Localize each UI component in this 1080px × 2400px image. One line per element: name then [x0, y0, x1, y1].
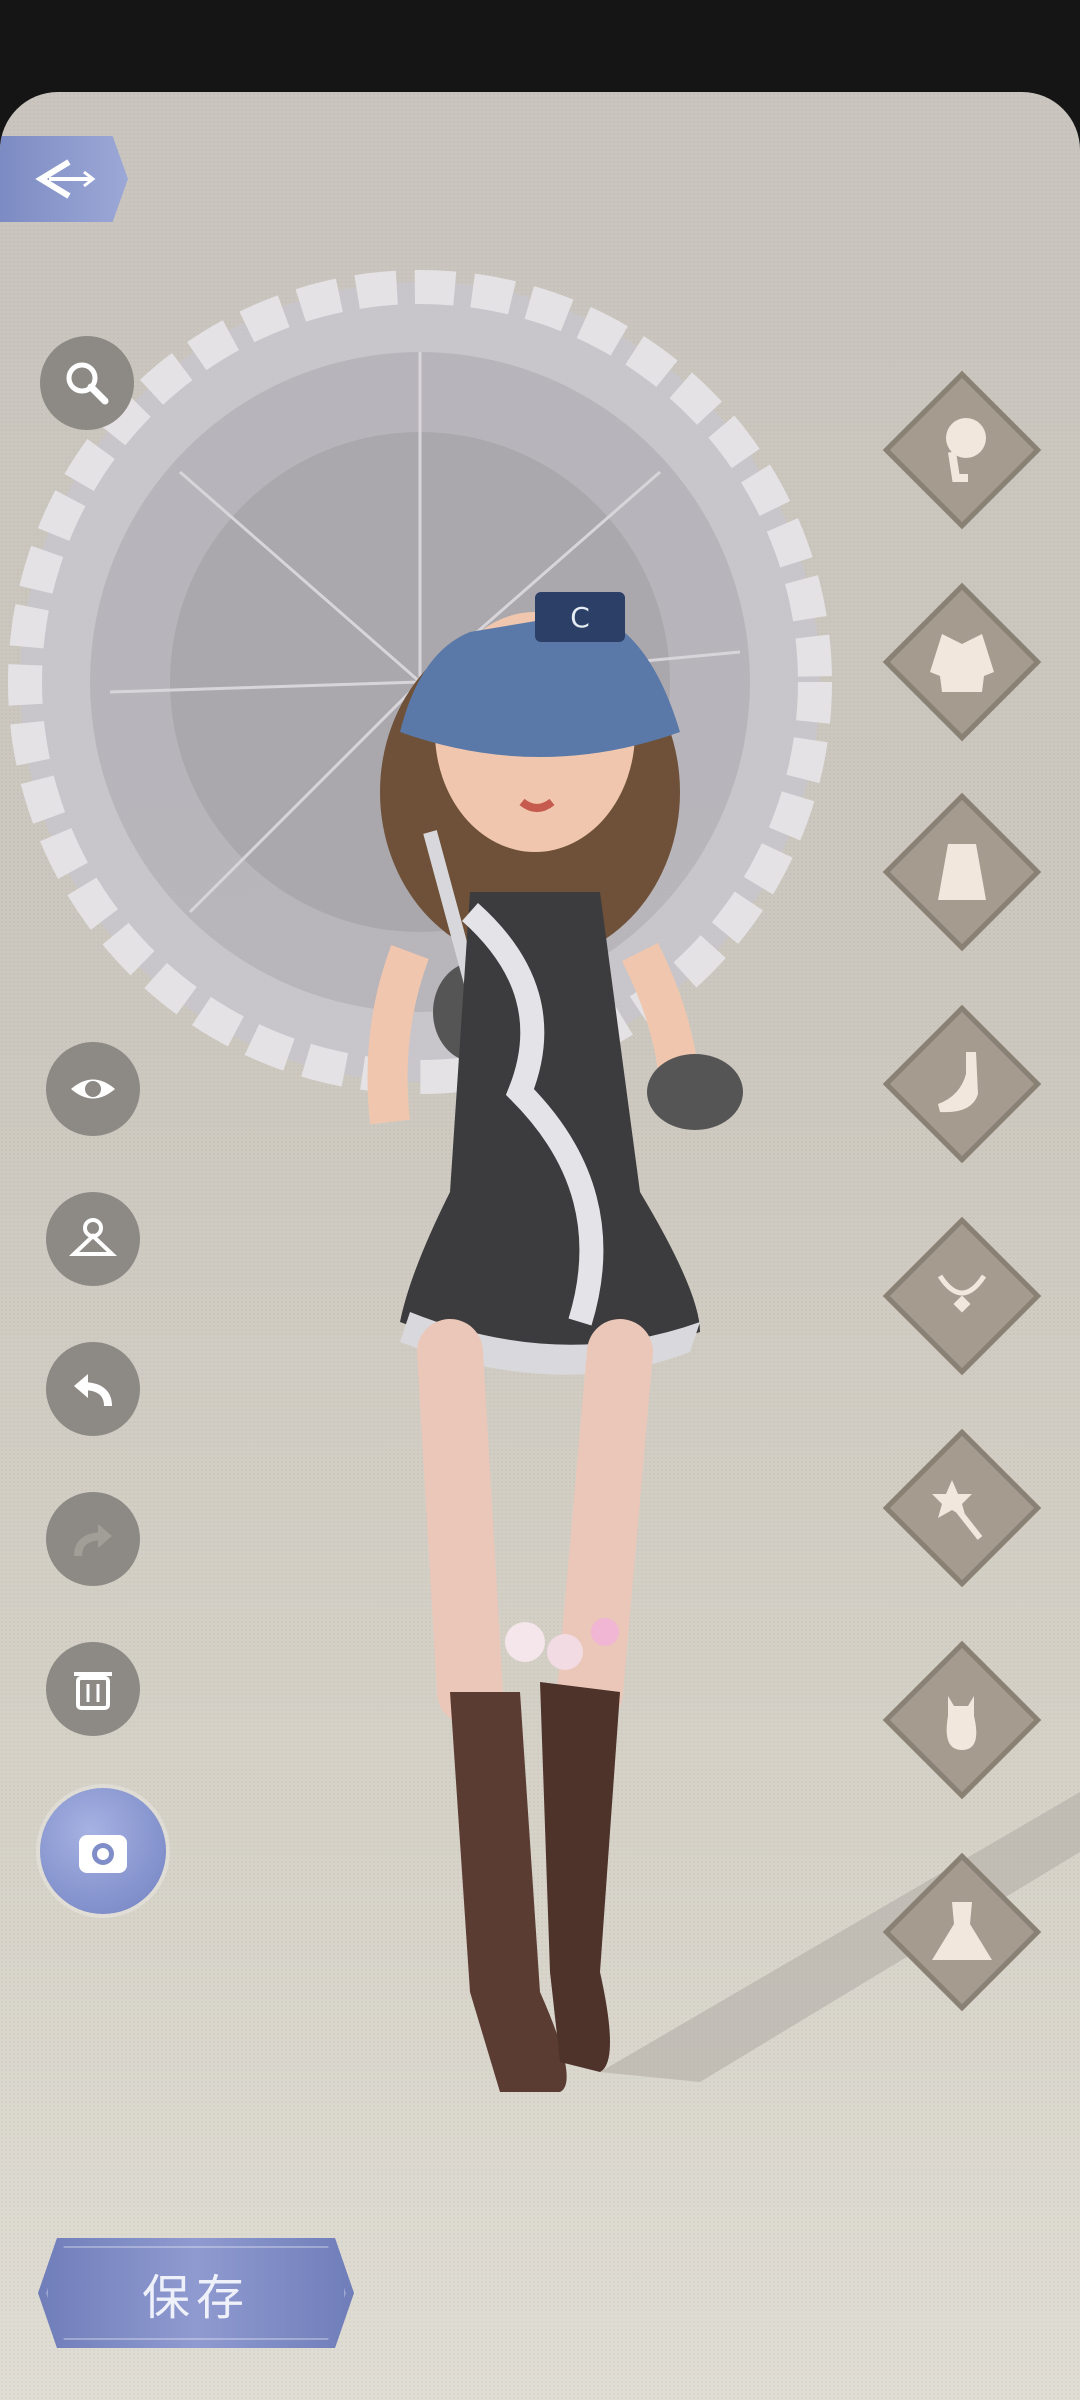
wand-icon — [932, 1480, 983, 1540]
redo-icon — [74, 1524, 112, 1557]
eye-icon — [71, 1079, 115, 1099]
jacket-icon — [930, 634, 994, 692]
redo-button[interactable] — [46, 1492, 140, 1586]
back-button[interactable] — [0, 136, 128, 222]
category-necklace[interactable] — [882, 1216, 1042, 1376]
shoe-icon — [938, 1052, 978, 1113]
category-jacket[interactable] — [882, 582, 1042, 742]
category-wand[interactable] — [882, 1428, 1042, 1588]
visibility-button[interactable] — [46, 1042, 140, 1136]
back-arrow-icon — [35, 159, 96, 199]
hanger-icon — [68, 1218, 118, 1256]
search-icon — [66, 362, 109, 405]
category-top[interactable] — [882, 792, 1042, 952]
category-shoes[interactable] — [882, 1004, 1042, 1164]
search-button[interactable] — [40, 336, 134, 430]
undo-button[interactable] — [46, 1342, 140, 1436]
trash-icon — [74, 1672, 112, 1710]
svg-text:C: C — [570, 601, 590, 634]
hairstyle-icon — [946, 418, 986, 482]
camera-button[interactable] — [40, 1788, 166, 1914]
dress-icon — [932, 1902, 992, 1960]
save-button[interactable]: 保存 — [38, 2238, 354, 2348]
category-dress[interactable] — [882, 1852, 1042, 2012]
necklace-icon — [937, 1274, 987, 1313]
category-pet[interactable] — [882, 1640, 1042, 1800]
camera-icon — [79, 1835, 127, 1873]
top-icon — [938, 844, 986, 900]
outfit-button[interactable] — [46, 1192, 140, 1286]
undo-icon — [74, 1374, 112, 1407]
cat-icon — [946, 1696, 977, 1750]
dressup-screen: C 保存 — [0, 92, 1080, 2400]
delete-button[interactable] — [46, 1642, 140, 1736]
category-hairstyle[interactable] — [882, 370, 1042, 530]
